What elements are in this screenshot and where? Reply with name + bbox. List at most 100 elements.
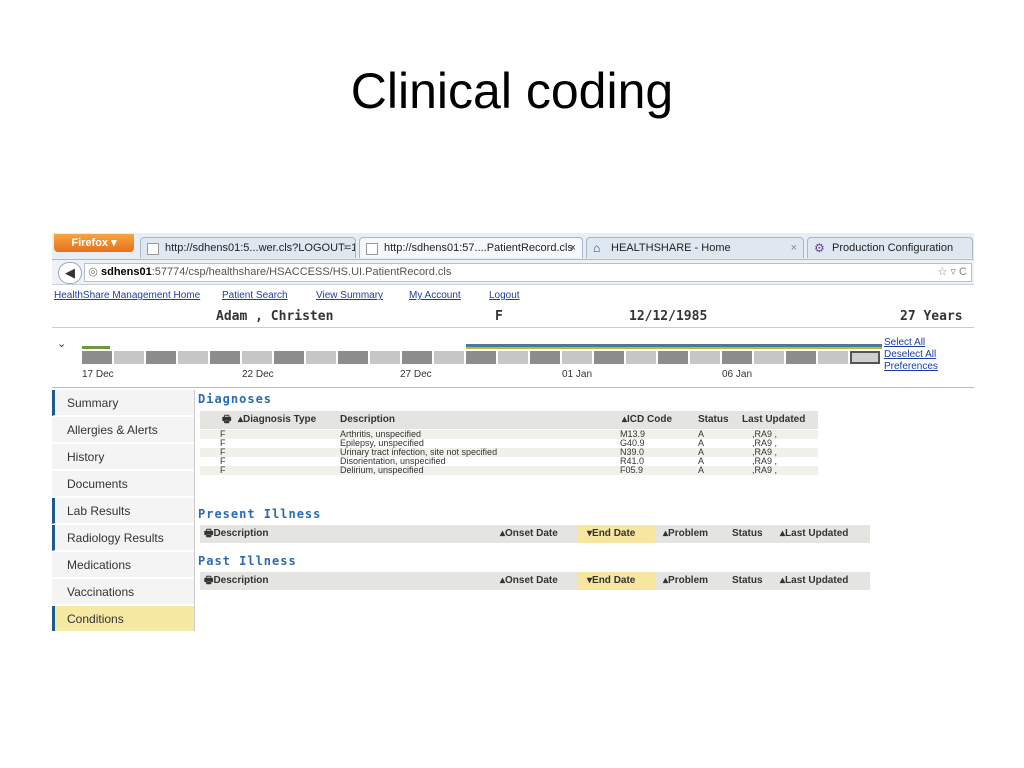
timeline-day[interactable]: [530, 351, 560, 364]
sort-onset-date[interactable]: ▴ Onset Date: [500, 572, 558, 590]
print-icon[interactable]: 🖶: [222, 411, 231, 429]
timeline-day[interactable]: [178, 351, 208, 364]
patient-header: Adam , Christen F 12/12/1985 27 Years: [52, 307, 974, 328]
timeline-day[interactable]: [146, 351, 176, 364]
header-status[interactable]: Status: [732, 525, 763, 543]
header-description[interactable]: 🖶 Description: [204, 572, 268, 590]
diagnoses-title: Diagnoses: [198, 392, 273, 406]
select-all-link[interactable]: Select All: [884, 337, 938, 349]
table-row[interactable]: F Urinary tract infection, site not speci…: [200, 448, 818, 457]
sidebar-item-allergies[interactable]: Allergies & Alerts: [52, 417, 194, 443]
table-row[interactable]: F Disorientation, unspecified R41.0 A ,RA9 ,: [200, 457, 818, 466]
timeline-day[interactable]: [562, 351, 592, 364]
link-my-account[interactable]: My Account: [409, 290, 461, 301]
timeline-day[interactable]: [722, 351, 752, 364]
firefox-menu-button[interactable]: Firefox ▾: [54, 234, 134, 252]
timeline-day[interactable]: [306, 351, 336, 364]
sort-last-updated[interactable]: ▴ Last Updated: [780, 525, 848, 543]
url-field[interactable]: ◎ sdhens01:57774/csp/healthshare/HSACCESS…: [84, 263, 972, 282]
tab-label: http://sdhens01:57....PatientRecord.cls: [384, 242, 573, 254]
deselect-all-link[interactable]: Deselect All: [884, 349, 938, 361]
header-description[interactable]: 🖶 Description: [204, 525, 268, 543]
close-icon[interactable]: ×: [343, 238, 349, 258]
sort-problem[interactable]: ▴ Problem: [663, 525, 708, 543]
timeline-day[interactable]: [82, 351, 112, 364]
timeline-label: 17 Dec: [82, 369, 114, 380]
sidebar-item-radiology-results[interactable]: Radiology Results: [52, 525, 194, 551]
timeline-day[interactable]: [498, 351, 528, 364]
timeline-selected-day[interactable]: [850, 351, 880, 364]
header-label: ICD Code: [627, 414, 673, 425]
sort-problem[interactable]: ▴ Problem: [663, 572, 708, 590]
diagnoses-table-header: 🖶 ▴ Diagnosis Type Description ▴ ICD Cod…: [200, 411, 818, 429]
timeline-day[interactable]: [338, 351, 368, 364]
header-label: Problem: [668, 528, 709, 539]
timeline-day[interactable]: [114, 351, 144, 364]
close-icon[interactable]: ×: [570, 238, 576, 258]
header-status[interactable]: Status: [732, 572, 763, 590]
timeline-day[interactable]: [754, 351, 784, 364]
timeline-day[interactable]: [818, 351, 848, 364]
timeline-day[interactable]: [370, 351, 400, 364]
chevron-down-icon[interactable]: ⌄: [57, 337, 66, 350]
link-view-summary[interactable]: View Summary: [316, 290, 383, 301]
timeline-day[interactable]: [786, 351, 816, 364]
navigation-bar: ◀ ◎ sdhens01:57774/csp/healthshare/HSACCE…: [52, 260, 974, 285]
table-row[interactable]: F Arthritis, unspecified M13.9 A ,RA9 ,: [200, 430, 818, 439]
header-status[interactable]: Status: [698, 411, 729, 429]
table-row[interactable]: F Epilepsy, unspecified G40.9 A ,RA9 ,: [200, 439, 818, 448]
sort-last-updated[interactable]: ▴ Last Updated: [780, 572, 848, 590]
sidebar-item-summary[interactable]: Summary: [52, 390, 194, 416]
tab-healthshare-home[interactable]: ⌂ HEALTHSHARE - Home ×: [586, 237, 804, 258]
timeline-day[interactable]: [402, 351, 432, 364]
link-management-home[interactable]: HealthShare Management Home: [54, 290, 200, 301]
link-patient-search[interactable]: Patient Search: [222, 290, 288, 301]
sort-icd-code[interactable]: ▴ ICD Code: [622, 411, 672, 429]
timeline-day[interactable]: [594, 351, 624, 364]
header-description[interactable]: Description: [340, 411, 395, 429]
timeline-day[interactable]: [242, 351, 272, 364]
close-icon[interactable]: ×: [791, 238, 797, 258]
timeline-day[interactable]: [466, 351, 496, 364]
preferences-link[interactable]: Preferences: [884, 361, 938, 373]
back-arrow-icon[interactable]: ◀: [58, 262, 82, 284]
timeline-actions: Select All Deselect All Preferences: [884, 337, 938, 373]
main-content: Diagnoses 🖶 ▴ Diagnosis Type Description…: [198, 390, 974, 631]
page-icon: [366, 243, 378, 255]
tab-production-configuration[interactable]: ⚙ Production Configuration: [807, 237, 973, 258]
tab-logout[interactable]: http://sdhens01:5...wer.cls?LOGOUT=1 ×: [140, 237, 356, 258]
header-last-updated[interactable]: Last Updated: [742, 411, 805, 429]
patient-dob: 12/12/1985: [629, 309, 708, 324]
timeline-day[interactable]: [690, 351, 720, 364]
sidebar-item-lab-results[interactable]: Lab Results: [52, 498, 194, 524]
timeline-label: 27 Dec: [400, 369, 432, 380]
timeline-label: 01 Jan: [562, 369, 593, 380]
cell-icd: F05.9: [620, 465, 644, 475]
timeline-day[interactable]: [626, 351, 656, 364]
sidebar-item-history[interactable]: History: [52, 444, 194, 470]
timeline-day[interactable]: [658, 351, 688, 364]
timeline-day[interactable]: [434, 351, 464, 364]
cell-updated: ,RA9 ,: [752, 465, 778, 475]
sidebar-item-vaccinations[interactable]: Vaccinations: [52, 579, 194, 605]
timeline-day[interactable]: [210, 351, 240, 364]
sort-end-date[interactable]: ▾ End Date: [577, 525, 655, 543]
url-host: sdhens01: [101, 266, 152, 278]
header-label: Onset Date: [505, 575, 558, 586]
header-label: Diagnosis Type: [243, 414, 317, 425]
sort-diagnosis-type[interactable]: ▴ Diagnosis Type: [238, 411, 316, 429]
header-label: Description: [213, 528, 269, 539]
sidebar-item-conditions[interactable]: Conditions: [52, 606, 194, 631]
timeline-day-blocks[interactable]: [82, 351, 882, 364]
sidebar-item-medications[interactable]: Medications: [52, 552, 194, 578]
link-logout[interactable]: Logout: [489, 290, 520, 301]
table-row[interactable]: F Delirium, unspecified F05.9 A ,RA9 ,: [200, 466, 818, 475]
timeline-day[interactable]: [274, 351, 304, 364]
firefox-menu-label: Firefox: [71, 237, 109, 249]
sort-end-date[interactable]: ▾ End Date: [577, 572, 655, 590]
home-icon: ⌂: [593, 241, 601, 255]
sort-onset-date[interactable]: ▴ Onset Date: [500, 525, 558, 543]
bookmark-star-icon[interactable]: ☆ ▿ C: [938, 264, 967, 281]
tab-patient-record[interactable]: http://sdhens01:57....PatientRecord.cls …: [359, 237, 583, 258]
sidebar-item-documents[interactable]: Documents: [52, 471, 194, 497]
